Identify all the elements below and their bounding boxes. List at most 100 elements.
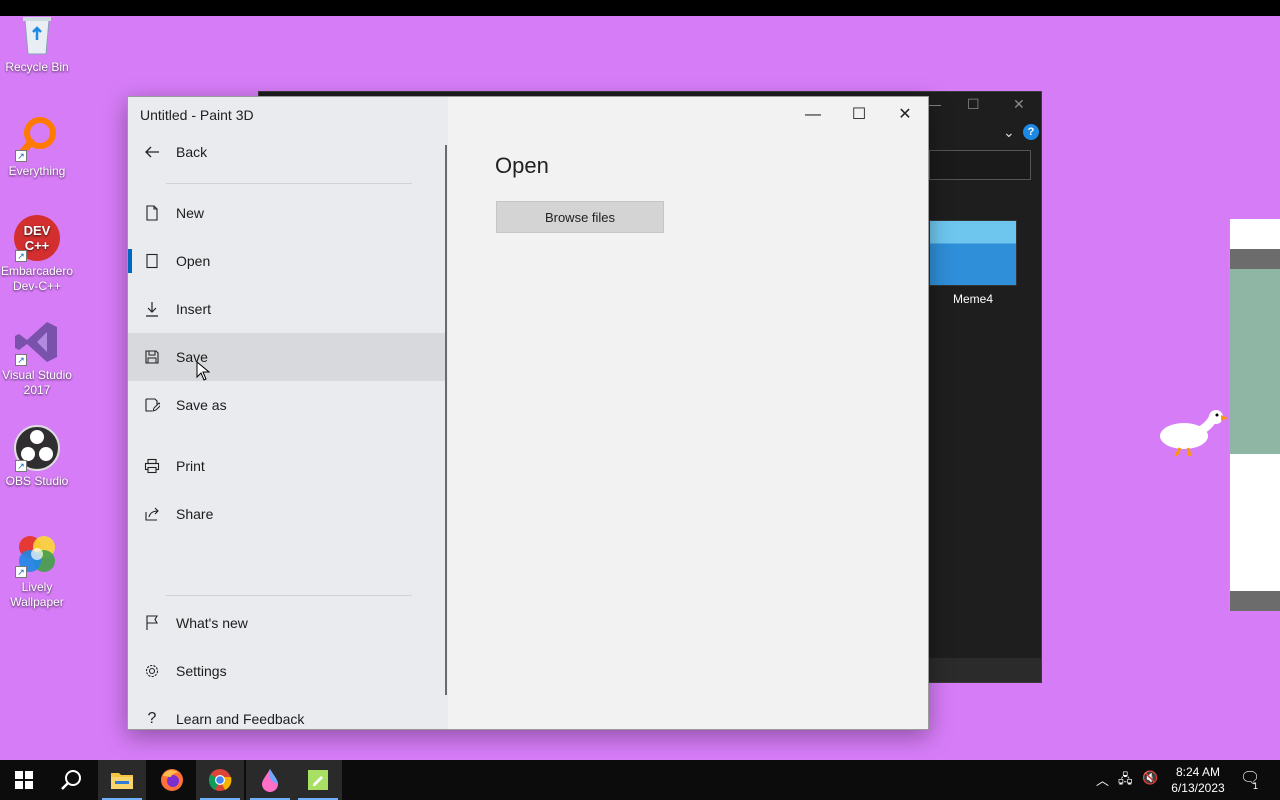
taskbar-notepad[interactable]: [294, 760, 342, 800]
lively-wallpaper-icon: ↗: [13, 530, 61, 578]
browse-files-button[interactable]: Browse files: [496, 201, 664, 233]
obs-icon: ↗: [13, 424, 61, 472]
desktop-icon-everything[interactable]: ↗ Everything: [0, 114, 74, 179]
menu-item-label: Save as: [176, 397, 227, 413]
network-icon[interactable]: 🖧: [1118, 770, 1133, 792]
search-icon: [61, 770, 81, 790]
menu-item-label: New: [176, 205, 205, 221]
new-file-icon: [128, 205, 176, 221]
help-icon: ?: [147, 710, 157, 727]
notification-count: 1: [1253, 781, 1259, 791]
desktop-icon-label: Embarcadero Dev-C++: [0, 264, 74, 293]
taskbar-file-explorer[interactable]: [98, 760, 146, 800]
desktop-icon-label: Lively Wallpaper: [10, 580, 64, 609]
start-icon: [15, 771, 33, 789]
chevron-up-icon[interactable]: ︿: [1096, 770, 1109, 789]
desktop-icon-devcpp[interactable]: DEV C++ ↗ Embarcadero Dev-C++: [0, 214, 74, 294]
menu-item-label: Print: [176, 458, 205, 474]
menu-item-open[interactable]: Open: [128, 237, 446, 285]
chrome-icon: [208, 769, 232, 791]
separator: [166, 595, 412, 596]
explorer-minimize-button[interactable]: —: [927, 96, 941, 112]
desktop-icon-visual-studio[interactable]: ↗ Visual Studio 2017: [0, 318, 74, 398]
menu-item-label: Open: [176, 253, 211, 269]
explorer-maximize-button[interactable]: ☐: [967, 96, 980, 113]
goose-icon: [1160, 410, 1228, 457]
svg-text:C++: C++: [25, 238, 50, 253]
meme4-label[interactable]: Meme4: [929, 292, 1017, 306]
window-bar: [1230, 591, 1280, 611]
visual-studio-icon: ↗: [13, 318, 61, 366]
back-button[interactable]: Back: [128, 128, 446, 176]
shortcut-arrow-icon: ↗: [15, 354, 27, 366]
maximize-button[interactable]: ☐: [836, 101, 882, 129]
desktop-icon-label: OBS Studio: [5, 474, 69, 488]
recycle-bin-icon: [13, 16, 61, 58]
save-as-icon: [128, 397, 176, 413]
file-menu-pane: Untitled - Paint 3D Back New Open Insert…: [128, 97, 448, 729]
pane-scrollbar[interactable]: [445, 145, 447, 695]
mouse-cursor-icon: [196, 361, 210, 381]
flag-icon: [128, 615, 176, 631]
clock-time: 8:24 AM: [1175, 765, 1221, 779]
explorer-status-bar: [929, 658, 1041, 682]
save-icon: [128, 349, 176, 365]
desktop-icon-recycle-bin[interactable]: Recycle Bin: [0, 16, 74, 75]
clock[interactable]: 8:24 AM 6/13/2023: [1160, 764, 1236, 796]
menu-item-settings[interactable]: Settings: [128, 647, 446, 695]
notepad-icon: [308, 770, 328, 790]
minimize-button[interactable]: —: [790, 101, 836, 129]
explorer-close-button[interactable]: ✕: [1013, 96, 1025, 113]
clock-date: 6/13/2023: [1171, 781, 1225, 795]
background-window-right[interactable]: [1229, 219, 1280, 611]
taskbar-paint3d[interactable]: [246, 760, 294, 800]
insert-icon: [128, 301, 176, 317]
menu-item-whats-new[interactable]: What's new: [128, 599, 446, 647]
menu-item-label: Share: [176, 506, 214, 522]
menu-item-learn-feedback[interactable]: ? Learn and Feedback: [128, 695, 446, 743]
desktop-icon-label: Visual Studio 2017: [2, 368, 72, 397]
desktop-icon-label: Recycle Bin: [5, 60, 69, 74]
explorer-search-box[interactable]: [929, 150, 1031, 180]
help-icon[interactable]: ?: [1023, 124, 1039, 140]
shortcut-arrow-icon: ↗: [15, 150, 27, 162]
gear-icon: [128, 663, 176, 679]
menu-item-label: Settings: [176, 663, 227, 679]
menu-item-label: What's new: [176, 615, 248, 631]
shortcut-arrow-icon: ↗: [15, 460, 27, 472]
back-label: Back: [176, 144, 208, 160]
menu-item-share[interactable]: Share: [128, 490, 446, 538]
menu-item-save-as[interactable]: Save as: [128, 381, 446, 429]
chevron-down-icon[interactable]: ⌄: [1003, 124, 1015, 141]
menu-item-save[interactable]: Save: [128, 333, 446, 381]
meme4-thumbnail[interactable]: [929, 220, 1017, 286]
desktop-icon-obs[interactable]: ↗ OBS Studio: [0, 424, 74, 489]
taskbar-firefox[interactable]: [148, 760, 196, 800]
window-title: Untitled - Paint 3D: [140, 107, 254, 123]
share-icon: [128, 506, 176, 522]
devcpp-icon: DEV C++ ↗: [13, 214, 61, 262]
volume-muted-icon[interactable]: 🔇: [1142, 770, 1158, 786]
search-button[interactable]: [48, 760, 96, 800]
shortcut-arrow-icon: ↗: [15, 250, 27, 262]
open-icon: [128, 253, 176, 269]
print-icon: [128, 458, 176, 474]
desktop-icon-lively[interactable]: ↗ Lively Wallpaper: [0, 530, 74, 610]
menu-item-print[interactable]: Print: [128, 442, 446, 490]
back-arrow-icon: [128, 144, 176, 160]
menu-item-new[interactable]: New: [128, 189, 446, 237]
paint3d-window[interactable]: Untitled - Paint 3D Back New Open Insert…: [127, 96, 929, 730]
close-button[interactable]: ✕: [882, 101, 928, 129]
desktop-icon-label: Everything: [8, 164, 66, 178]
menu-item-insert[interactable]: Insert: [128, 285, 446, 333]
menu-item-label: Insert: [176, 301, 212, 317]
taskbar: ︿ 🖧 🔇 8:24 AM 6/13/2023 🗨 1: [0, 760, 1280, 800]
selection-indicator: [128, 249, 132, 273]
taskbar-chrome[interactable]: [196, 760, 244, 800]
paint3d-icon: [262, 769, 278, 792]
separator: [166, 183, 412, 184]
start-button[interactable]: [0, 760, 48, 800]
window-content: [1230, 269, 1280, 454]
window-bar: [1230, 249, 1280, 269]
file-explorer-icon: [111, 773, 133, 789]
